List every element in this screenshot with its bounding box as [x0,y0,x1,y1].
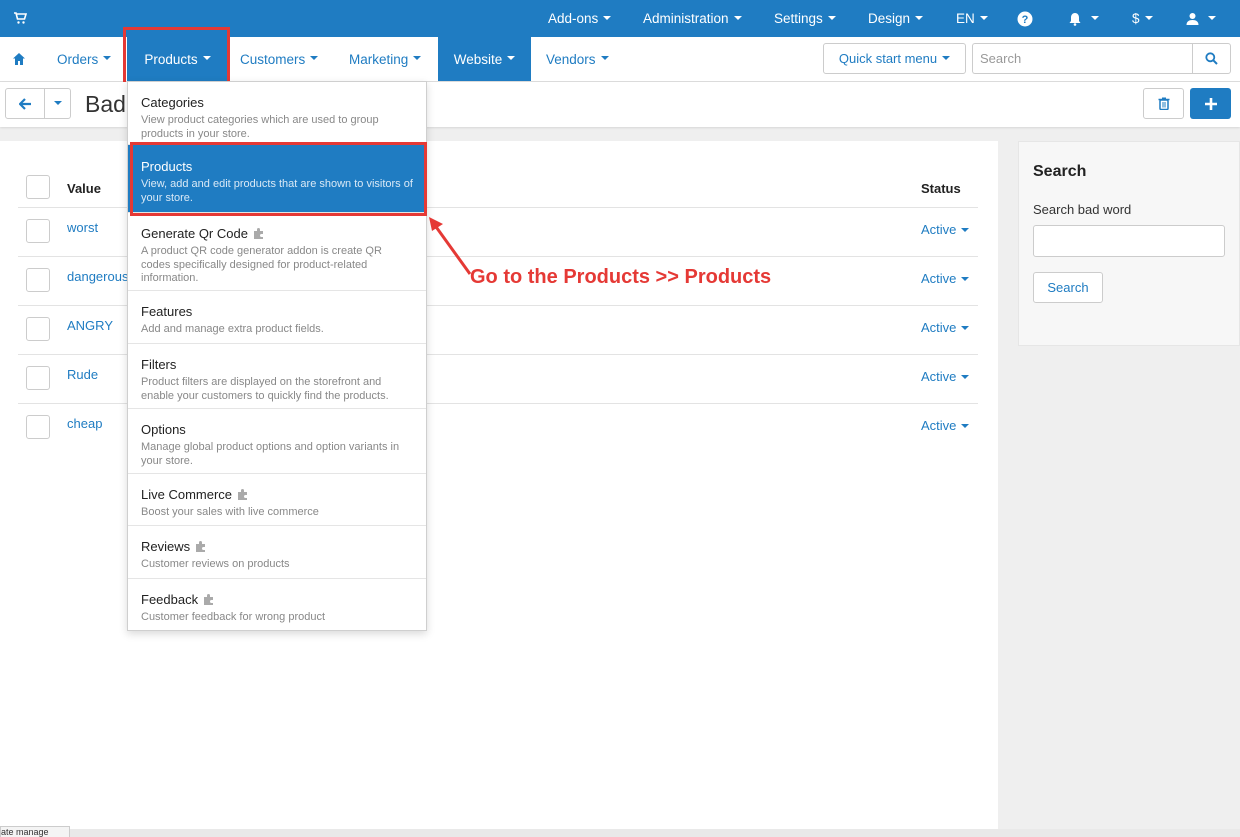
chevron-down-icon [961,227,970,232]
search-bad-word-input[interactable] [1033,225,1225,257]
table-row-value[interactable]: dangerous [67,269,128,284]
add-button[interactable] [1190,88,1231,119]
menu-item-features[interactable]: Features Add and manage extra product fi… [128,291,426,344]
chevron-down-icon [603,15,612,20]
row-checkbox[interactable] [26,268,50,292]
column-header-status[interactable]: Status [921,181,961,196]
chevron-down-icon [507,56,516,60]
sidebar-title: Search [1033,163,1087,180]
chevron-down-icon [961,276,970,281]
administration-menu[interactable]: Administration [643,0,742,37]
quick-start-menu-button[interactable]: Quick start menu [823,43,966,74]
row-checkbox[interactable] [26,415,50,439]
menu-item-live-commerce[interactable]: Live Commerce Boost your sales with live… [128,474,426,526]
chevron-down-icon [961,423,970,428]
cart-icon[interactable] [13,11,28,25]
back-dropdown-button[interactable] [44,88,71,119]
nav-customers[interactable]: Customers [240,37,319,81]
home-icon[interactable] [12,52,26,66]
status-dropdown[interactable]: Active [921,320,970,335]
chevron-down-icon [1208,15,1216,20]
delete-button[interactable] [1143,88,1184,119]
chevron-down-icon [942,55,951,60]
nav-products[interactable]: Products [127,37,228,81]
row-checkbox[interactable] [26,366,50,390]
chevron-down-icon [733,15,742,20]
puzzle-piece-icon [253,227,266,240]
currency-menu[interactable]: $ [1132,0,1153,37]
nav-orders[interactable]: Orders [57,37,112,81]
table-row-value[interactable]: worst [67,220,98,235]
chevron-down-icon [827,15,836,20]
table-row-value[interactable]: cheap [67,416,102,431]
menu-item-feedback[interactable]: Feedback Customer feedback for wrong pro… [128,579,426,631]
settings-menu[interactable]: Settings [774,0,836,37]
column-header-value[interactable]: Value [67,181,101,196]
user-menu[interactable] [1186,0,1216,37]
products-dropdown-menu: Categories View product categories which… [127,81,427,631]
menu-item-reviews[interactable]: Reviews Customer reviews on products [128,526,426,579]
user-icon [1186,13,1199,25]
row-checkbox[interactable] [26,219,50,243]
top-bar: Add-ons Administration Settings Design E… [0,0,1240,37]
back-button[interactable] [5,88,45,119]
page-title: Bad [85,91,126,117]
chevron-down-icon [1091,15,1099,20]
annotation-text: Go to the Products >> Products [470,266,772,288]
nav-vendors[interactable]: Vendors [546,37,609,81]
chevron-down-icon [961,374,970,379]
search-sidebar: Search Search bad word Search [1018,141,1240,346]
menu-item-generate-qr-code[interactable]: Generate Qr Code A product QR code gener… [128,213,426,291]
bottom-strip [0,829,1240,837]
design-menu[interactable]: Design [868,0,924,37]
chevron-down-icon [979,15,988,20]
nav-website[interactable]: Website [438,37,531,81]
table-row-value[interactable]: Rude [67,367,98,382]
status-dropdown[interactable]: Active [921,271,970,286]
addons-menu[interactable]: Add-ons [548,0,612,37]
puzzle-piece-icon [237,488,250,501]
chevron-down-icon [600,56,609,60]
chevron-down-icon [53,100,62,105]
sidebar-search-button[interactable]: Search [1033,272,1103,303]
select-all-checkbox[interactable] [26,175,50,199]
chevron-down-icon [202,56,211,60]
menu-item-options[interactable]: Options Manage global product options an… [128,409,426,474]
chevron-down-icon [1144,15,1153,20]
search-icon [1205,52,1218,65]
chevron-down-icon [103,56,112,60]
row-checkbox[interactable] [26,317,50,341]
header-search-input[interactable] [972,43,1193,74]
plus-icon [1204,97,1217,110]
nav-marketing[interactable]: Marketing [349,37,422,81]
help-icon[interactable]: ? [1017,0,1033,37]
arrow-left-icon [18,97,31,110]
bell-icon [1069,12,1081,26]
svg-text:?: ? [1022,14,1029,26]
bottom-tab[interactable]: ate manage [0,826,70,837]
chevron-down-icon [961,325,970,330]
header-search-button[interactable] [1192,43,1231,74]
puzzle-piece-icon [195,540,208,553]
table-row-value[interactable]: ANGRY [67,318,113,333]
trash-icon [1158,97,1169,110]
search-bad-word-label: Search bad word [1033,202,1132,217]
menu-item-products[interactable]: Products View, add and edit products tha… [128,145,426,213]
language-menu[interactable]: EN [956,0,988,37]
menu-item-categories[interactable]: Categories View product categories which… [128,82,426,145]
menu-item-filters[interactable]: Filters Product filters are displayed on… [128,344,426,409]
main-navbar: Orders Products Customers Marketing Webs… [0,37,1240,82]
status-dropdown[interactable]: Active [921,222,970,237]
chevron-down-icon [413,56,422,60]
chevron-down-icon [310,56,319,60]
notifications-menu[interactable] [1068,0,1099,37]
status-dropdown[interactable]: Active [921,418,970,433]
chevron-down-icon [915,15,924,20]
puzzle-piece-icon [203,593,216,606]
status-dropdown[interactable]: Active [921,369,970,384]
